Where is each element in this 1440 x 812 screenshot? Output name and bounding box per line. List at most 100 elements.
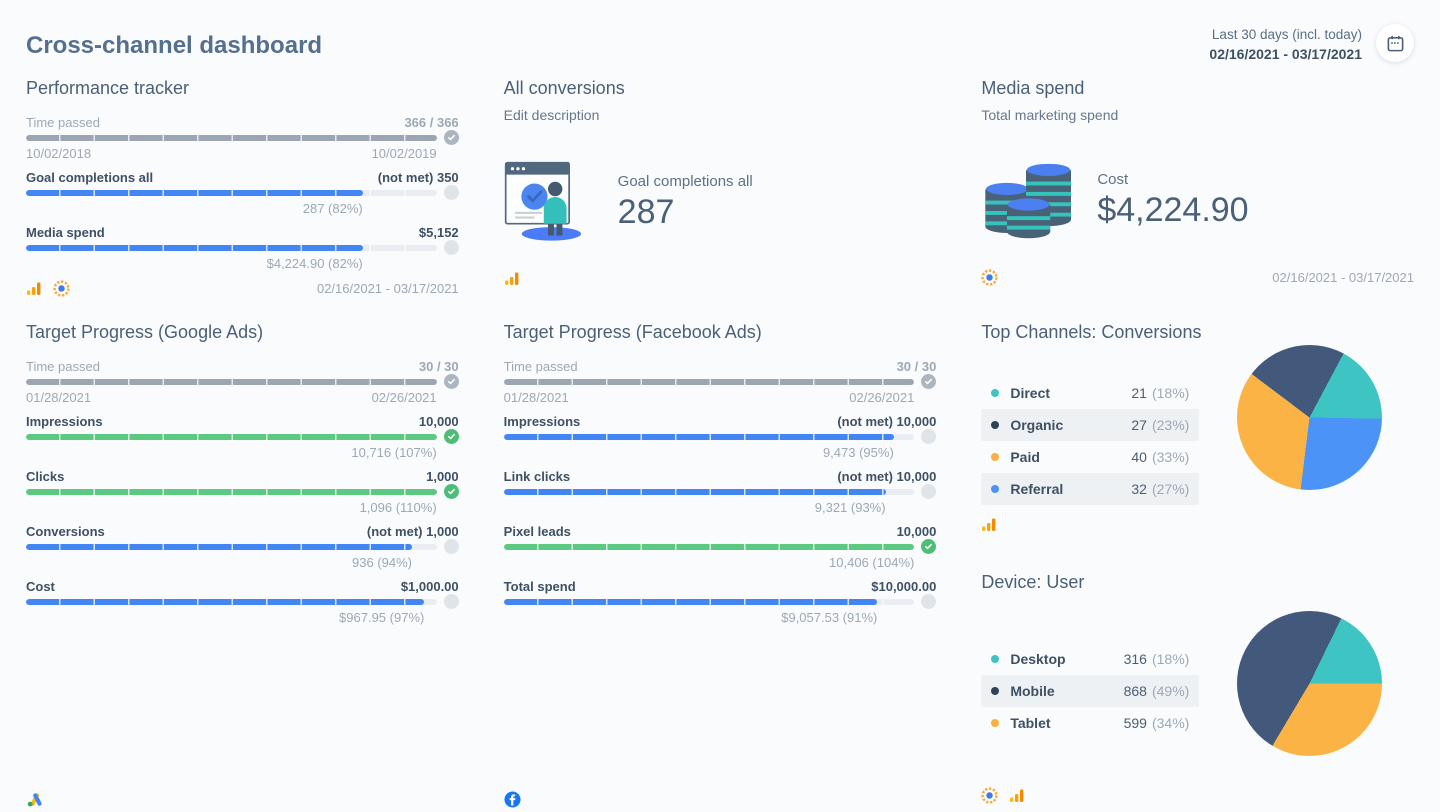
progress-bar (26, 599, 459, 605)
progress-actual-value: 936 (94%) (26, 555, 412, 570)
metric-target-value: 30 / 30 (897, 359, 937, 374)
legend-row: Direct21(18%) (981, 377, 1199, 409)
progress-row: Clicks1,0001,096 (110%) (26, 469, 459, 515)
source-icons (504, 271, 520, 286)
progress-row: Total spend$10,000.00$9,057.53 (91%) (504, 579, 937, 625)
legend-dot-icon (991, 655, 999, 663)
progress-row-header: Time passed366 / 366 (26, 115, 459, 130)
metric-label: Time passed (26, 115, 100, 130)
metric-label: Goal completions all (618, 173, 753, 190)
progress-row: Impressions10,00010,716 (107%) (26, 414, 459, 460)
widget-title: Media spend (981, 78, 1414, 99)
progress-subtext: 01/28/202102/26/2021 (504, 390, 915, 405)
header: Cross-channel dashboard Last 30 days (in… (26, 22, 1414, 64)
progress-bar (26, 489, 459, 495)
metric-label: Conversions (26, 524, 105, 539)
facebook-icon (504, 791, 521, 808)
progress-track (504, 489, 915, 495)
status-check-icon (921, 539, 936, 554)
progress-actual-value: 10,716 (107%) (26, 445, 437, 460)
status-circle (444, 594, 459, 609)
calendar-button[interactable] (1376, 24, 1414, 62)
progress-track (26, 434, 437, 440)
legend-row: Paid40(33%) (981, 441, 1199, 473)
progress-actual-value: $4,224.90 (82%) (26, 256, 363, 271)
widget-footer (981, 787, 1414, 812)
progress-actual-value: $967.95 (97%) (26, 610, 424, 625)
metric-target-value: 10,000 (419, 414, 459, 429)
progress-subtext: 1,096 (110%) (26, 500, 437, 515)
progress-subtext: 01/28/202102/26/2021 (26, 390, 437, 405)
status-check-icon (444, 374, 459, 389)
calendar-icon (1386, 34, 1405, 53)
progress-fill (504, 489, 886, 495)
progress-subtext: 9,473 (95%) (504, 445, 915, 460)
end-date: 10/02/2019 (372, 146, 437, 161)
legend-dot-icon (991, 389, 999, 397)
widget-performance-tracker: Performance tracker Time passed366 / 366… (26, 78, 459, 290)
widget-title: All conversions (504, 78, 937, 99)
date-range-text: Last 30 days (incl. today) 02/16/2021 - … (1209, 22, 1362, 64)
progress-track (504, 434, 915, 440)
status-circle (444, 539, 459, 554)
progress-bar (26, 245, 459, 251)
source-icons (981, 517, 1199, 532)
progress-track (26, 599, 437, 605)
metric-label: Impressions (504, 414, 581, 429)
edit-description-link[interactable]: Edit description (504, 107, 937, 123)
metric-target-value: $1,000.00 (401, 579, 459, 594)
analytics-icon (981, 517, 997, 532)
progress-fill (504, 434, 894, 440)
progress-row-header: Pixel leads10,000 (504, 524, 937, 539)
pie-chart-top-channels (1237, 345, 1382, 490)
progress-subtext: 287 (82%) (26, 201, 437, 216)
legend-percent: (49%) (1152, 683, 1189, 699)
widget-target-progress-google-ads: Target Progress (Google Ads) Time passed… (26, 322, 459, 812)
metric-target-value: (not met) 1,000 (367, 524, 459, 539)
progress-fill (26, 544, 412, 550)
legend-percent: (18%) (1152, 651, 1189, 667)
dashboard-page: Cross-channel dashboard Last 30 days (in… (0, 0, 1440, 812)
progress-track (26, 135, 437, 141)
progress-actual-value: 1,096 (110%) (26, 500, 437, 515)
legend-value: 32 (1131, 481, 1147, 497)
progress-row: Time passed30 / 3001/28/202102/26/2021 (26, 359, 459, 405)
metric-text: Cost $4,224.90 (1097, 171, 1248, 230)
analytics-icon (1009, 788, 1025, 803)
analytics-icon (504, 271, 520, 286)
progress-subtext: 9,321 (93%) (504, 500, 915, 515)
progress-bar (26, 379, 459, 385)
legend-dot-icon (991, 421, 999, 429)
metric-label: Cost (1097, 171, 1248, 188)
widget-footer: 02/16/2021 - 03/17/2021 (981, 269, 1414, 290)
legend-name: Direct (1010, 385, 1131, 401)
progress-row: Time passed 30 / 30 01/28/202102/26/2021 (504, 359, 937, 405)
progress-bar (504, 489, 937, 495)
progress-subtext: 10/02/201810/02/2019 (26, 146, 437, 161)
legend-value: 316 (1124, 651, 1147, 667)
widget-all-conversions: All conversions Edit description (504, 78, 937, 290)
progress-track (26, 245, 437, 251)
progress-track (26, 379, 437, 385)
metric-label: Cost (26, 579, 55, 594)
metric-target-value: (not met) 10,000 (837, 414, 936, 429)
progress-row: Cost $1,000.00 $967.95 (97%) (26, 579, 459, 625)
progress-track (26, 190, 437, 196)
metric-label: Time passed (26, 359, 100, 374)
metric-label: Media spend (26, 225, 105, 240)
progress-fill (26, 599, 424, 605)
progress-row: Goal completions all(not met) 350287 (82… (26, 170, 459, 216)
date-range-label: Last 30 days (incl. today) (1209, 26, 1362, 45)
metric-label: Time passed (504, 359, 578, 374)
progress-track (504, 599, 915, 605)
legend-row: Tablet599(34%) (981, 707, 1199, 739)
legend-name: Mobile (1010, 683, 1123, 699)
source-icons (26, 792, 44, 808)
progress-subtext: 10,406 (104%) (504, 555, 915, 570)
progress-fill (504, 379, 915, 385)
progress-row-header: Link clicks(not met) 10,000 (504, 469, 937, 484)
status-circle (921, 594, 936, 609)
progress-rows: Time passed 30 / 30 01/28/202102/26/2021 Im… (504, 359, 937, 634)
progress-actual-value: 9,321 (93%) (504, 500, 886, 515)
metric-body: Cost $4,224.90 (981, 157, 1414, 244)
